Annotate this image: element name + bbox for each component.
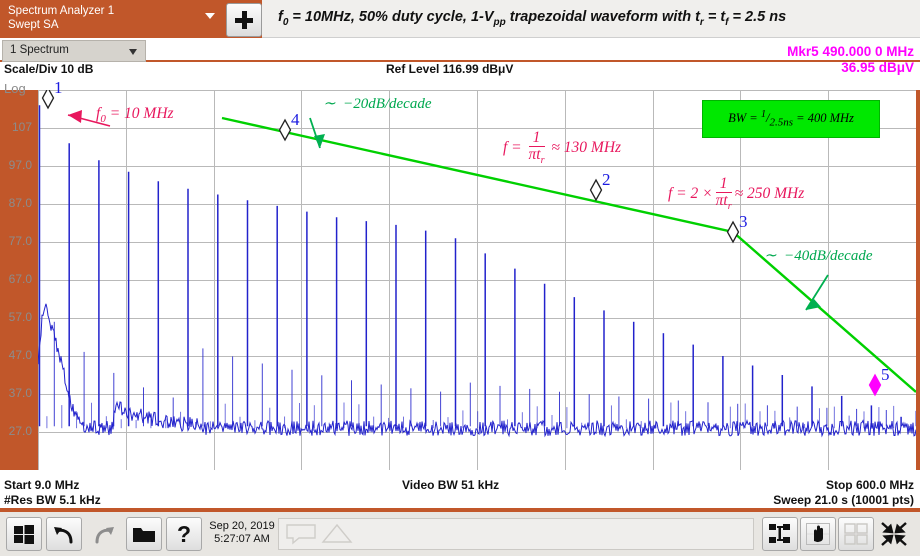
add-measurement-button[interactable] — [226, 3, 262, 37]
title-bar: Spectrum Analyzer 1 Swept SA f0 = 10MHz,… — [0, 0, 920, 40]
title-mid2: trapezoidal waveform with t — [505, 9, 700, 26]
marker-diamond[interactable] — [41, 90, 55, 110]
tab-spectrum-label: 1 Spectrum — [10, 44, 69, 56]
annotation-freq-130mhz: f = 1 πtr ≈ 130 MHz — [503, 129, 622, 167]
title-mid1: = 10MHz, 50% duty cycle, 1-V — [288, 9, 494, 26]
network-button[interactable] — [762, 517, 798, 551]
instrument-mode: Swept SA — [8, 19, 59, 31]
bandwidth-annotation-box: BW = 1/2.5ns = 400 MHz — [702, 100, 880, 138]
scale-per-division: Scale/Div 10 dB — [4, 62, 94, 76]
graticule-grid — [38, 90, 916, 470]
marker-label-2: 2 — [602, 170, 611, 189]
measurement-title: f0 = 10MHz, 50% duty cycle, 1-Vpp trapez… — [262, 9, 786, 28]
measurement-settings-bar: Start 9.0 MHz #Res BW 5.1 kHz Video BW 5… — [0, 470, 920, 508]
chevron-down-icon[interactable] — [205, 13, 215, 19]
folder-icon — [133, 528, 155, 542]
instrument-name: Spectrum Analyzer 1 — [8, 5, 115, 17]
annotation-slope-40db: ∼ −40dB/decade — [764, 248, 873, 264]
video-bandwidth: Video BW 51 kHz — [402, 478, 500, 492]
collapse-arrows-icon — [881, 522, 907, 546]
help-button[interactable]: ? — [166, 517, 202, 551]
y-tick-label: 57.0 — [8, 310, 32, 324]
y-tick-label: 67.0 — [8, 272, 32, 286]
title-mid3: = t — [703, 9, 726, 26]
reference-level: Ref Level 116.99 dBμV — [386, 62, 514, 76]
marker-diamond[interactable] — [868, 373, 882, 397]
marker-diamond[interactable] — [589, 178, 603, 202]
grid-tiles-icon — [844, 523, 868, 545]
redo-icon — [95, 527, 114, 544]
annotation-freq-250mhz: f = 2 × 1 πtr ≈ 250 MHz — [668, 175, 805, 213]
clock-date: Sep 20, 2019 — [209, 520, 275, 532]
clock: Sep 20, 2019 5:27:07 AM — [200, 520, 284, 546]
y-tick-label: 47.0 — [8, 348, 32, 362]
measurement-title-bar: f0 = 10MHz, 50% duty cycle, 1-Vpp trapez… — [262, 0, 920, 38]
marker-readout-amplitude: 36.95 dBμV — [841, 60, 914, 75]
y-tick-label: 97.0 — [8, 158, 32, 172]
folder-button[interactable] — [126, 517, 162, 551]
plus-icon-v — [241, 11, 247, 29]
minimize-button[interactable] — [876, 517, 912, 551]
start-menu-button[interactable] — [6, 517, 42, 551]
y-tick-label: 27.0 — [8, 424, 32, 438]
question-mark-icon: ? — [176, 520, 192, 547]
marker-label-1: 1 — [54, 78, 63, 97]
marker-label-5: 5 — [881, 365, 890, 384]
message-icons — [286, 523, 353, 545]
message-area[interactable] — [278, 518, 754, 550]
stop-frequency: Stop 600.0 MHz — [825, 478, 914, 492]
tab-spectrum[interactable]: 1 Spectrum — [2, 40, 146, 62]
sweep-time: Sweep 21.0 s (10001 pts) — [773, 493, 914, 507]
annotation-slope-20db: ∼ −20dB/decade — [323, 96, 432, 112]
resolution-bandwidth: #Res BW 5.1 kHz — [4, 493, 101, 507]
redo-button[interactable] — [86, 517, 122, 551]
clock-time: 5:27:07 AM — [214, 533, 270, 545]
y-tick-label: 37.0 — [8, 386, 32, 400]
marker-diamond[interactable] — [278, 118, 292, 142]
annotation-f0: f0 = 10 MHz — [96, 105, 174, 126]
undo-button[interactable] — [46, 517, 82, 551]
y-tick-label: 107 — [11, 120, 32, 134]
arrow-f0-head — [68, 110, 82, 123]
warning-triangle-icon — [321, 523, 353, 543]
marker-label-4: 4 — [291, 110, 300, 129]
instrument-tab[interactable]: Spectrum Analyzer 1 Swept SA — [0, 0, 222, 40]
network-topology-icon — [769, 524, 790, 543]
spectrum-graph[interactable]: BW = 1/2.5ns = 400 MHz — [38, 90, 916, 470]
pointer-mode-button[interactable] — [800, 517, 836, 551]
tile-layout-button[interactable] — [838, 517, 874, 551]
title-end: = 2.5 ns — [728, 9, 787, 26]
marker-readout-frequency: Mkr5 490.000 0 MHz — [787, 44, 914, 59]
bandwidth-annotation-text: BW = 1/2.5ns = 400 MHz — [728, 109, 854, 129]
speech-bubble-icon — [286, 524, 316, 545]
y-tick-label: 77.0 — [8, 234, 32, 248]
hand-pointer-icon — [806, 523, 830, 545]
y-tick-label: 87.0 — [8, 196, 32, 210]
title-vpp-sub: pp — [493, 16, 506, 28]
marker-diamond[interactable] — [726, 220, 740, 244]
undo-icon — [54, 527, 73, 544]
taskbar: ? Sep 20, 2019 5:27:07 AM — [0, 510, 920, 556]
spectrum-svg — [38, 90, 916, 470]
marker-label-3: 3 — [739, 212, 748, 231]
measurement-header: Scale/Div 10 dB Ref Level 116.99 dBμV Mk… — [0, 44, 920, 96]
start-frequency: Start 9.0 MHz — [4, 478, 80, 492]
windows-icon — [14, 524, 34, 544]
chevron-down-icon[interactable] — [129, 49, 137, 55]
log-scale-label: Log — [4, 81, 26, 96]
spectrum-analyzer-window: Spectrum Analyzer 1 Swept SA f0 = 10MHz,… — [0, 0, 920, 556]
